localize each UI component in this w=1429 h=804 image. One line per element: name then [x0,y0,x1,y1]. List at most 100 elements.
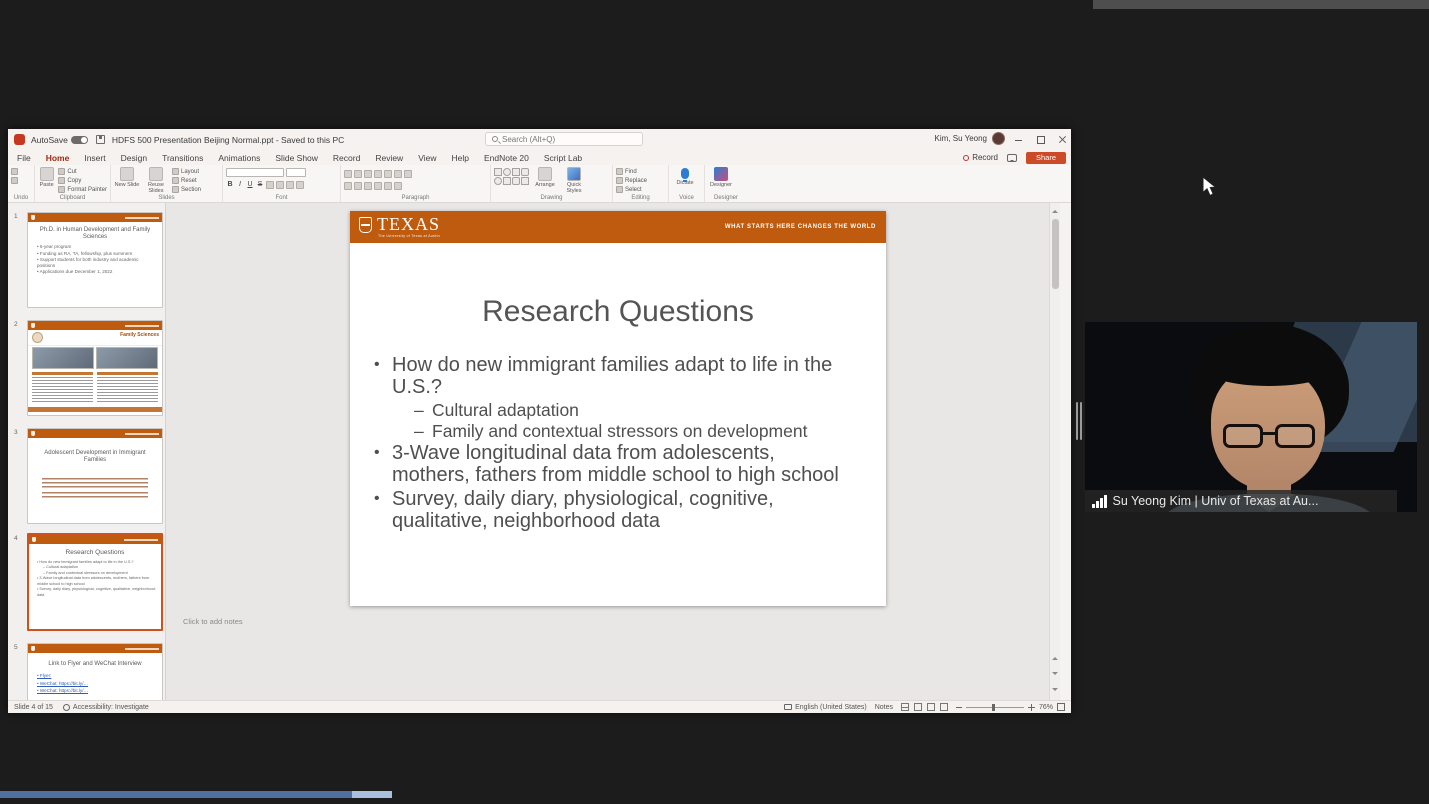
current-slide[interactable]: TEXAS The University of Texas at Austin … [350,211,886,606]
align-right-button[interactable] [364,182,372,190]
scrollbar-thumb[interactable] [1052,219,1059,289]
save-icon[interactable] [96,135,105,144]
text-shadow-button[interactable] [266,181,274,189]
tab-design[interactable]: Design [120,151,148,165]
thumbnail-slide-1[interactable]: Ph.D. in Human Development and Family Sc… [27,212,163,308]
record-button[interactable]: Record [963,153,998,162]
zoom-in-icon[interactable] [1028,704,1035,711]
thumbnail-slide-5[interactable]: Link to Flyer and WeChat Interview Flyer… [27,643,163,700]
tab-endnote[interactable]: EndNote 20 [483,151,530,165]
participant-video[interactable]: Su Yeong Kim | Univ of Texas at Au... [1085,322,1417,512]
layout-button[interactable]: Layout [172,168,201,175]
decrease-indent-button[interactable] [364,170,372,178]
accessibility-checker[interactable]: Accessibility: Investigate [63,704,149,711]
zoom-out-icon[interactable] [956,707,962,708]
quick-styles-button[interactable]: Quick Styles [561,167,587,194]
justify-button[interactable] [374,182,382,190]
normal-view-icon[interactable] [901,703,909,711]
increase-indent-button[interactable] [374,170,382,178]
cut-button[interactable]: Cut [58,168,107,175]
undo-icon[interactable] [11,168,18,175]
change-case-button[interactable] [286,181,294,189]
tab-animations[interactable]: Animations [217,151,261,165]
wechat-link[interactable]: WeChat: https://bit.ly/… [37,680,156,687]
account-menu[interactable]: Kim, Su Yeong [935,132,1005,145]
designer-button[interactable]: Designer [708,167,734,188]
language-indicator[interactable]: English (United States) [784,704,867,711]
section-button[interactable]: Section [172,186,201,193]
maximize-button[interactable] [1036,135,1045,144]
scroll-up-icon[interactable] [1052,207,1058,213]
copy-button[interactable]: Copy [58,177,107,184]
arrange-button[interactable]: Arrange [532,167,558,188]
underline-button[interactable]: U [246,181,254,189]
powerpoint-app-icon[interactable] [14,134,25,145]
share-button[interactable]: Share [1026,152,1066,164]
thumbnail-slide-2[interactable]: Family Sciences [27,320,163,416]
columns-button[interactable] [384,182,392,190]
zoom-slider[interactable] [966,707,1024,708]
scroll-down-icon[interactable] [1052,688,1058,694]
line-spacing-button[interactable] [384,170,392,178]
font-color-button[interactable] [296,181,304,189]
tab-help[interactable]: Help [450,151,469,165]
bold-button[interactable]: B [226,181,234,189]
redo-icon[interactable] [11,177,18,184]
new-slide-button[interactable]: New Slide [114,167,140,188]
bullets-button[interactable] [344,170,352,178]
numbering-button[interactable] [354,170,362,178]
fit-slide-icon[interactable] [1057,703,1065,711]
paste-button[interactable]: Paste [38,167,55,188]
minimize-button[interactable] [1014,135,1023,144]
next-slide-icon[interactable] [1052,672,1058,678]
tab-home[interactable]: Home [45,151,71,165]
dictate-button[interactable]: Dictate [672,167,698,186]
replace-button[interactable]: Replace [616,177,647,184]
previous-slide-icon[interactable] [1052,654,1058,660]
tab-file[interactable]: File [16,151,32,165]
smartart-button[interactable] [394,182,402,190]
text-direction-button[interactable] [394,170,402,178]
comments-icon[interactable] [1007,154,1017,162]
tab-insert[interactable]: Insert [83,151,106,165]
reading-view-icon[interactable] [927,703,935,711]
reset-button[interactable]: Reset [172,177,201,184]
tab-review[interactable]: Review [374,151,404,165]
slideshow-view-icon[interactable] [940,703,948,711]
tab-transitions[interactable]: Transitions [161,151,204,165]
font-size-select[interactable] [286,168,306,177]
playback-progress-bar[interactable] [0,791,392,798]
search-input[interactable]: Search (Alt+Q) [485,132,643,146]
tab-view[interactable]: View [417,151,437,165]
italic-button[interactable]: I [236,181,244,189]
strikethrough-button[interactable]: S [256,181,264,189]
align-text-button[interactable] [404,170,412,178]
thumbnail-slide-4-selected[interactable]: Research Questions How do new immigrant … [27,533,163,631]
reuse-slides-button[interactable]: Reuse Slides [143,167,169,194]
thumbnail-slide-3[interactable]: Adolescent Development in Immigrant Fami… [27,428,163,524]
tab-script-lab[interactable]: Script Lab [543,151,583,165]
zoom-slider-knob[interactable] [992,704,995,711]
flyer-link[interactable]: Flyer: [37,672,156,679]
character-spacing-button[interactable] [276,181,284,189]
align-left-button[interactable] [344,182,352,190]
autosave-switch-icon[interactable] [71,136,88,144]
format-painter-button[interactable]: Format Painter [58,186,107,193]
vertical-scrollbar[interactable] [1049,203,1060,700]
select-button[interactable]: Select [616,186,647,193]
find-button[interactable]: Find [616,168,647,175]
slide-sorter-view-icon[interactable] [914,703,922,711]
panel-drag-handle[interactable] [1076,402,1084,440]
zoom-percentage[interactable]: 76% [1039,704,1053,711]
tab-slide-show[interactable]: Slide Show [274,151,319,165]
close-button[interactable] [1058,135,1067,144]
font-name-select[interactable] [226,168,284,177]
autosave-toggle[interactable]: AutoSave [31,135,88,145]
tab-record[interactable]: Record [332,151,361,165]
notes-toggle[interactable]: Notes [875,704,893,711]
user-avatar[interactable] [992,132,1005,145]
align-center-button[interactable] [354,182,362,190]
shapes-gallery[interactable] [494,167,529,185]
wechat-link[interactable]: WeChat: https://bit.ly/… [37,687,156,694]
notes-placeholder[interactable]: Click to add notes [183,617,243,626]
